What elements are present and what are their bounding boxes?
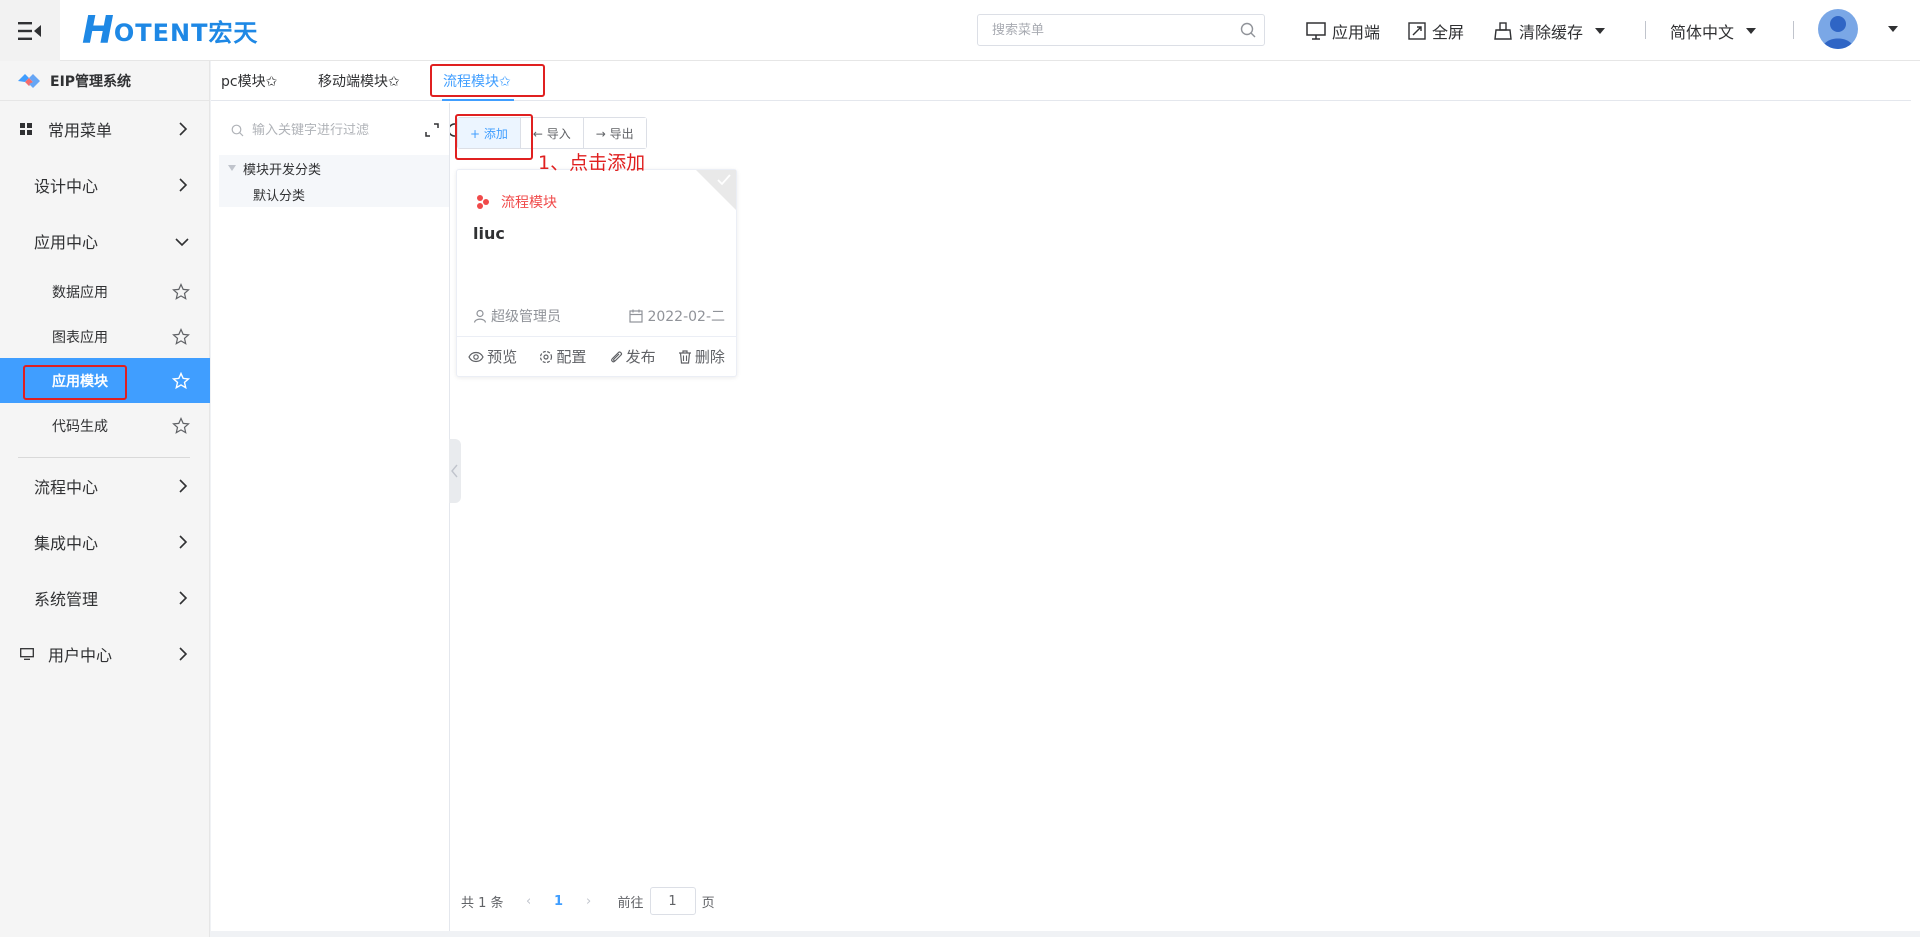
app-side-label: 应用端 bbox=[1332, 23, 1381, 42]
paperclip-icon bbox=[610, 350, 622, 362]
highlight-box-add-button bbox=[455, 114, 533, 160]
tree-node-default[interactable]: 默认分类 bbox=[219, 181, 449, 207]
sidebar: EIP管理系统 常用菜单 设计中心 应用中心 数据应用 图表应用 应用模块 代码… bbox=[0, 61, 210, 937]
star-icon[interactable] bbox=[172, 372, 190, 390]
collapse-panel-handle[interactable] bbox=[449, 439, 461, 503]
language-select[interactable]: 简体中文 bbox=[1670, 18, 1757, 44]
sidebar-subitem-chart-app[interactable]: 图表应用 bbox=[0, 314, 210, 359]
star-icon[interactable] bbox=[172, 328, 190, 346]
calendar-icon bbox=[629, 309, 644, 323]
category-tree-panel: 模块开发分类 默认分类 bbox=[219, 115, 459, 915]
preview-button[interactable]: 预览 bbox=[468, 346, 517, 367]
broom-icon bbox=[1494, 22, 1512, 40]
star-icon[interactable] bbox=[172, 283, 190, 301]
tree-filter-input[interactable] bbox=[244, 122, 414, 138]
gear-icon bbox=[540, 350, 553, 363]
monitor-icon bbox=[20, 648, 34, 660]
eye-icon bbox=[468, 351, 484, 362]
publish-button[interactable]: 发布 bbox=[609, 346, 656, 367]
hotent-logo[interactable]: H OTENT宏天 bbox=[82, 10, 258, 50]
system-title: EIP管理系统 bbox=[0, 61, 209, 101]
delete-button[interactable]: 删除 bbox=[678, 346, 725, 367]
sidebar-item-user-center[interactable]: 用户中心 bbox=[0, 626, 210, 682]
main-content: pc模块✩ 移动端模块✩ 流程模块✩ 模块开发分类 默认分类 + bbox=[211, 61, 1920, 931]
annotation-click-add: 1、点击添加 bbox=[538, 152, 646, 174]
card-name: liuc bbox=[473, 224, 505, 243]
sidebar-item-common-menu[interactable]: 常用菜单 bbox=[0, 101, 210, 157]
pager-next-button[interactable]: › bbox=[574, 894, 604, 909]
user-icon bbox=[473, 309, 487, 323]
fullscreen-icon bbox=[1408, 22, 1426, 40]
menu-search-input[interactable] bbox=[978, 15, 1218, 45]
header-divider bbox=[1793, 21, 1794, 39]
pager-goto-suffix: 页 bbox=[701, 895, 715, 911]
card-actions: 预览 配置 发布 删除 bbox=[457, 336, 736, 376]
avatar-caret-icon[interactable] bbox=[1888, 26, 1898, 32]
tree-filter[interactable] bbox=[219, 115, 419, 145]
menu-toggle-button[interactable] bbox=[0, 0, 60, 61]
system-logo-icon bbox=[18, 73, 40, 88]
tab-pc-module[interactable]: pc模块✩ bbox=[221, 61, 277, 101]
card-type: 流程模块 bbox=[475, 192, 557, 212]
search-icon bbox=[231, 124, 244, 136]
header-divider bbox=[1645, 21, 1646, 39]
pager-goto-label: 前往 bbox=[617, 895, 644, 911]
sidebar-item-design-center[interactable]: 设计中心 bbox=[0, 157, 210, 213]
top-header: H OTENT宏天 应用端 全屏 清除缓存 简体中 bbox=[0, 0, 1920, 61]
panel-divider bbox=[449, 103, 450, 931]
highlight-box-app-module bbox=[23, 365, 127, 400]
caret-down-icon bbox=[1595, 28, 1606, 34]
pagination: 共 1 条 ‹ 1 › 前往 页 bbox=[461, 887, 715, 915]
tree-node-root[interactable]: 模块开发分类 bbox=[219, 155, 449, 181]
tab-mobile-module[interactable]: 移动端模块✩ bbox=[318, 61, 400, 101]
card-meta: 超级管理员 2022-02-二 bbox=[473, 306, 725, 326]
pager-total: 共 1 条 bbox=[461, 895, 504, 911]
star-icon[interactable] bbox=[172, 417, 190, 435]
sidebar-subitem-data-app[interactable]: 数据应用 bbox=[0, 269, 210, 314]
menu-search[interactable] bbox=[977, 14, 1265, 46]
caret-down-icon bbox=[228, 165, 236, 171]
fullscreen-button[interactable]: 全屏 bbox=[1408, 18, 1464, 44]
app-side-button[interactable]: 应用端 bbox=[1306, 18, 1380, 44]
user-avatar[interactable] bbox=[1818, 9, 1858, 49]
module-card[interactable]: 流程模块 liuc 超级管理员 2022-02-二 预览 配置 发布 删除 bbox=[456, 169, 737, 377]
chevron-left-icon bbox=[451, 464, 458, 478]
user-avatar-icon bbox=[1822, 16, 1854, 49]
clear-cache-button[interactable]: 清除缓存 bbox=[1493, 18, 1606, 44]
chevron-right-icon bbox=[179, 122, 188, 136]
grid-icon bbox=[20, 123, 32, 135]
card-date: 2022-02-二 bbox=[629, 306, 725, 326]
sidebar-item-integration-center[interactable]: 集成中心 bbox=[0, 514, 210, 570]
chevron-right-icon bbox=[179, 647, 188, 661]
chevron-right-icon bbox=[179, 479, 188, 493]
pager-prev-button[interactable]: ‹ bbox=[514, 894, 544, 909]
sidebar-subitem-code-gen[interactable]: 代码生成 bbox=[0, 403, 210, 448]
language-label: 简体中文 bbox=[1670, 23, 1735, 42]
trash-icon bbox=[678, 349, 691, 364]
sidebar-item-app-center[interactable]: 应用中心 bbox=[0, 213, 210, 269]
sidebar-item-flow-center[interactable]: 流程中心 bbox=[0, 458, 210, 514]
expand-icon[interactable] bbox=[425, 123, 439, 137]
fullscreen-label: 全屏 bbox=[1432, 23, 1465, 42]
card-creator: 超级管理员 bbox=[473, 306, 561, 326]
clear-cache-label: 清除缓存 bbox=[1519, 23, 1584, 42]
chevron-right-icon bbox=[179, 591, 188, 605]
caret-down-icon bbox=[1746, 28, 1757, 34]
chevron-down-icon bbox=[175, 238, 189, 247]
sidebar-item-system-admin[interactable]: 系统管理 bbox=[0, 570, 210, 626]
pager-goto-input[interactable] bbox=[649, 887, 696, 915]
highlight-box-flow-tab bbox=[430, 64, 545, 97]
active-tab-indicator bbox=[442, 99, 514, 101]
chevron-right-icon bbox=[179, 535, 188, 549]
monitor-icon bbox=[1306, 22, 1326, 40]
chevron-right-icon bbox=[179, 178, 188, 192]
config-button[interactable]: 配置 bbox=[539, 346, 586, 367]
export-button[interactable]: → 导出 bbox=[583, 118, 646, 148]
menu-fold-icon bbox=[18, 21, 41, 40]
search-icon[interactable] bbox=[1240, 22, 1256, 38]
flow-module-icon bbox=[477, 195, 489, 209]
pager-page-1[interactable]: 1 bbox=[544, 894, 574, 909]
check-icon bbox=[717, 174, 731, 186]
